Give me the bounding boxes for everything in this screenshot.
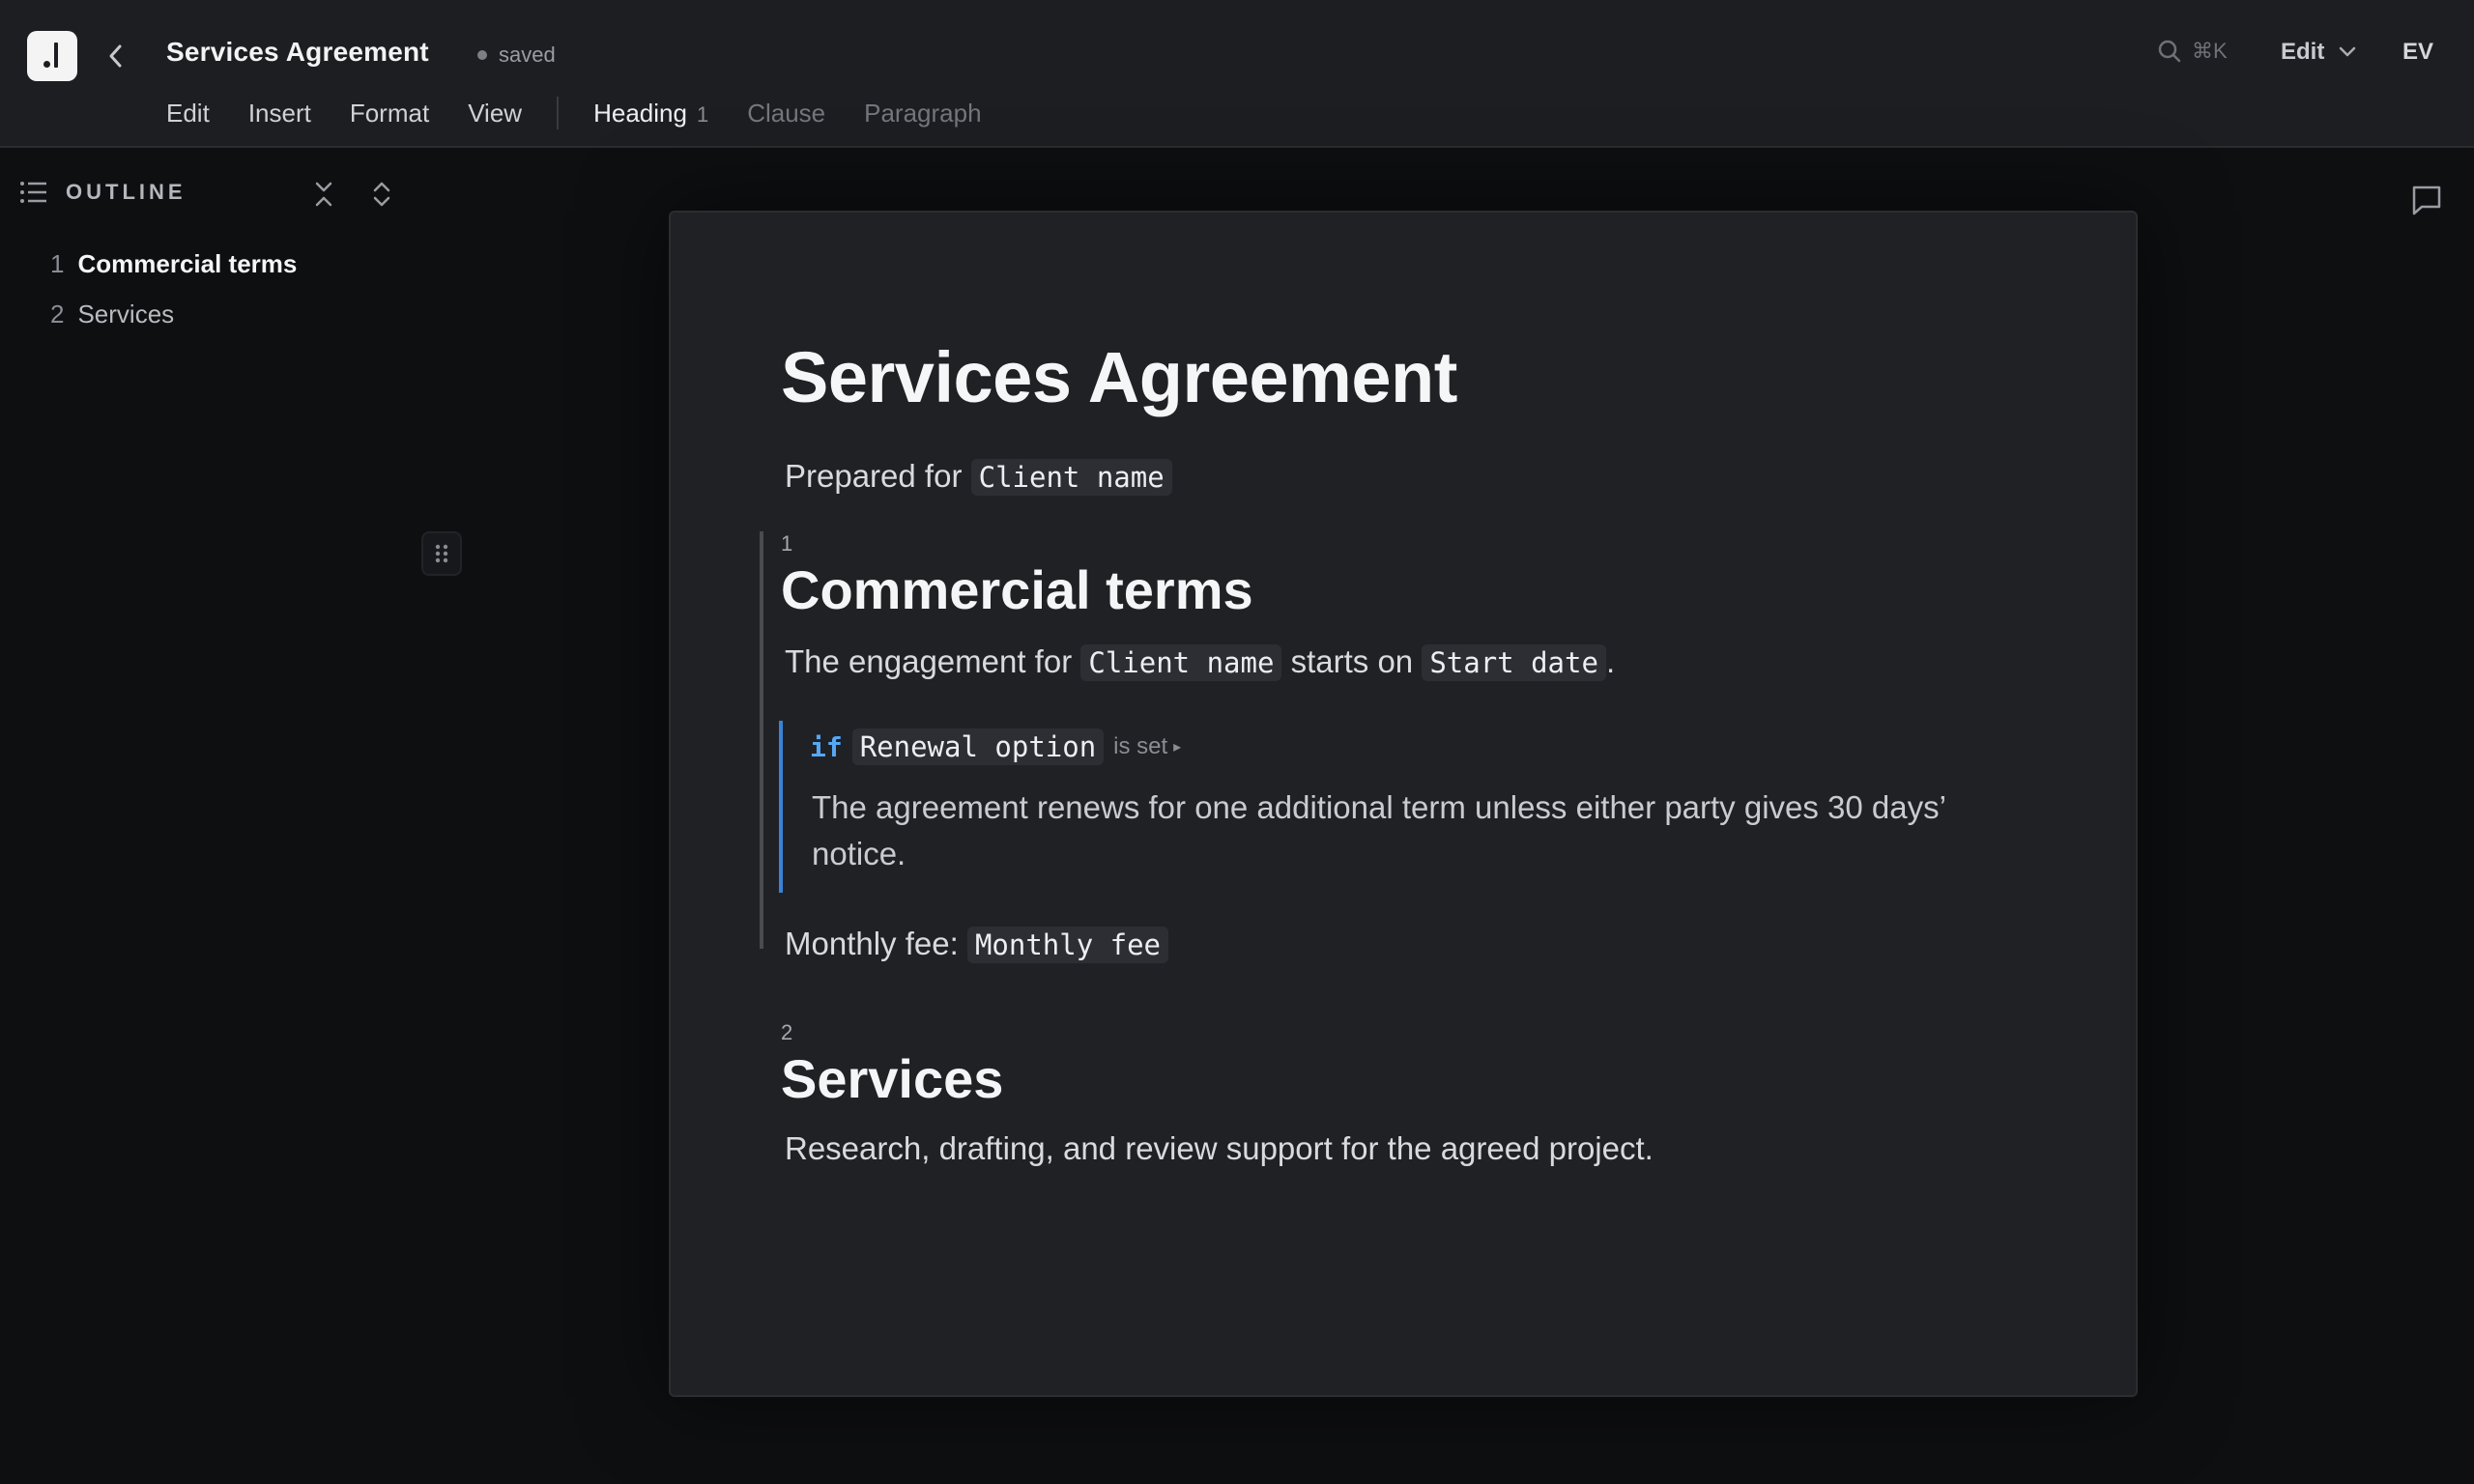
fee-prefix: Monthly fee: <box>785 926 959 961</box>
list-icon <box>20 182 46 203</box>
outline-item-number: 2 <box>50 300 65 328</box>
logo-dot <box>43 61 50 68</box>
section-number: 1 <box>781 531 793 556</box>
menu-bar: Edit Insert Format View Heading 1 Clause … <box>166 97 1021 129</box>
chevron-left-icon <box>109 44 122 68</box>
menu-format[interactable]: Format <box>350 99 429 128</box>
section-heading-services[interactable]: Services <box>781 1047 1003 1110</box>
top-bar: Services Agreement saved ⌘K Edit EV Edit… <box>0 0 2474 148</box>
chevron-down-icon <box>2340 46 2356 57</box>
outline-item-commercial-terms[interactable]: 1 Commercial terms <box>50 249 297 279</box>
mode-dropdown[interactable]: Edit <box>2281 39 2357 66</box>
variable-chip-client-name[interactable]: Client name <box>1080 644 1282 681</box>
document-heading[interactable]: Services Agreement <box>781 336 1457 418</box>
condition-keyword: if <box>810 730 843 763</box>
block-type-paragraph[interactable]: Paragraph <box>864 99 981 128</box>
search-button[interactable]: ⌘K <box>2157 39 2228 64</box>
document-title[interactable]: Services Agreement <box>166 37 429 68</box>
variable-chip-start-date[interactable]: Start date <box>1422 644 1606 681</box>
section-number: 2 <box>781 1020 793 1044</box>
menu-edit[interactable]: Edit <box>166 99 210 128</box>
user-avatar[interactable]: EV <box>2402 39 2433 66</box>
engagement-paragraph[interactable]: The engagement for Client name starts on… <box>785 643 1616 681</box>
collapse-icon <box>315 182 332 207</box>
outline-item-label: Commercial terms <box>77 249 298 278</box>
expand-all-button[interactable] <box>369 180 394 214</box>
block-type-clause[interactable]: Clause <box>747 99 825 128</box>
prepared-for-paragraph[interactable]: Prepared for Client name <box>785 458 1172 496</box>
save-status-label: saved <box>499 43 556 67</box>
menu-insert[interactable]: Insert <box>248 99 311 128</box>
expand-icon <box>373 182 390 207</box>
variable-chip-monthly-fee[interactable]: Monthly fee <box>966 927 1168 963</box>
collapse-all-button[interactable] <box>311 180 336 214</box>
grip-icon <box>435 544 448 563</box>
document-page[interactable]: Services Agreement Prepared for Client n… <box>669 211 2138 1397</box>
section-heading-commercial-terms[interactable]: Commercial terms <box>781 558 1253 621</box>
heading-level: 1 <box>696 101 709 127</box>
variable-chip-renewal-option[interactable]: Renewal option <box>851 728 1105 765</box>
conditional-block[interactable]: if Renewal option is set ▸ The agreement… <box>779 721 2016 893</box>
section-1-rule <box>760 531 763 949</box>
save-status-dot <box>477 50 487 60</box>
variable-chip-client-name[interactable]: Client name <box>970 459 1172 496</box>
condition-operator[interactable]: is set <box>1113 733 1167 760</box>
mode-label: Edit <box>2281 39 2325 65</box>
engagement-mid: starts on <box>1290 643 1414 679</box>
services-paragraph[interactable]: Research, drafting, and review support f… <box>785 1130 1654 1167</box>
engagement-suffix: . <box>1605 643 1616 679</box>
back-button[interactable] <box>101 37 131 75</box>
app-logo[interactable] <box>27 31 77 81</box>
comment-icon <box>2412 186 2441 215</box>
search-shortcut: ⌘K <box>2192 39 2228 63</box>
heading-label: Heading <box>593 98 687 128</box>
outline-item-label: Services <box>77 300 175 328</box>
engagement-prefix: The engagement for <box>785 643 1073 679</box>
outline-title: OUTLINE <box>66 180 187 204</box>
prepared-prefix: Prepared for <box>785 458 963 494</box>
logo-bar <box>54 43 58 68</box>
block-drag-handle[interactable] <box>421 531 462 576</box>
condition-header: if Renewal option is set ▸ <box>810 728 1181 765</box>
outline-item-services[interactable]: 2 Services <box>50 300 174 329</box>
caret-right-icon[interactable]: ▸ <box>1173 737 1181 756</box>
conditional-text[interactable]: The agreement renews for one additional … <box>812 785 1991 877</box>
search-icon <box>2158 40 2181 63</box>
menu-view[interactable]: View <box>468 99 522 128</box>
outline-item-number: 1 <box>50 249 65 278</box>
save-status: saved <box>477 43 556 68</box>
block-type-heading[interactable]: Heading 1 <box>593 99 708 128</box>
comments-button[interactable] <box>2410 184 2443 221</box>
monthly-fee-paragraph[interactable]: Monthly fee: Monthly fee <box>785 926 1168 963</box>
outline-header: OUTLINE <box>19 180 187 205</box>
menu-divider <box>557 97 560 129</box>
